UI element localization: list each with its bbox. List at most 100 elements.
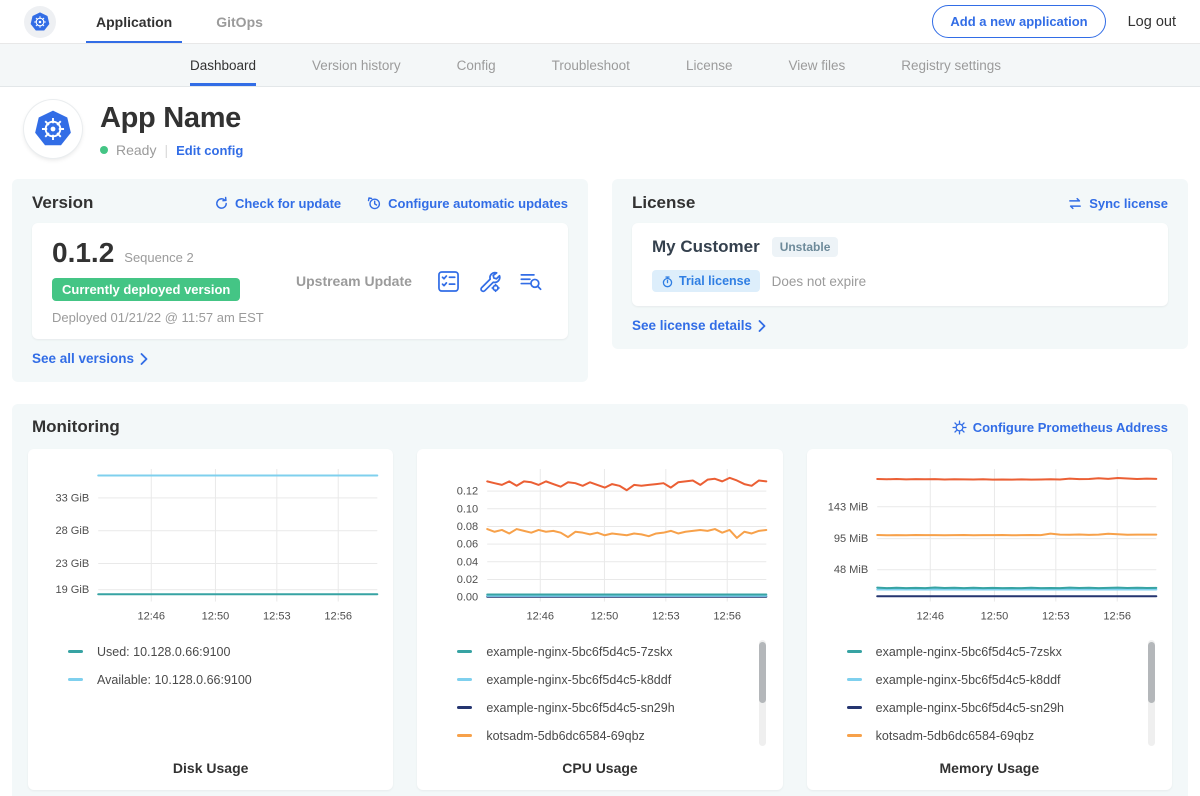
legend-label: Available: 10.128.0.66:9100 [97, 673, 252, 687]
cpu-usage-legend: example-nginx-5bc6f5d4c5-7zskx example-ng… [457, 638, 752, 750]
legend-color-dash [847, 678, 862, 681]
legend-label: example-nginx-5bc6f5d4c5-k8ddf [876, 673, 1061, 687]
kubernetes-app-icon [32, 108, 74, 150]
legend-color-dash [847, 706, 862, 709]
tab-license-label: License [686, 58, 733, 73]
svg-text:12:46: 12:46 [137, 611, 165, 623]
stopwatch-icon [661, 275, 674, 288]
tab-registry-settings[interactable]: Registry settings [901, 44, 1001, 86]
version-sequence: Sequence 2 [124, 250, 193, 265]
diff-icon[interactable] [437, 270, 460, 293]
topnav-tab-application-label: Application [96, 14, 172, 30]
see-all-versions-label: See all versions [32, 351, 134, 366]
monitoring-panel: Monitoring Configure Prometheus Address … [12, 404, 1188, 796]
add-application-button[interactable]: Add a new application [932, 5, 1105, 38]
svg-text:0.10: 0.10 [457, 503, 478, 515]
status-ready-dot [100, 146, 108, 154]
legend-item[interactable]: kotsadm-5db6dc6584-69qbz [847, 722, 1142, 750]
sync-license-label: Sync license [1089, 196, 1168, 211]
memory-usage-chart: 12:4612:5012:5312:56143 MiB95 MiB48 MiB [815, 461, 1164, 630]
top-navbar: Application GitOps Add a new application… [0, 0, 1200, 44]
deployed-timestamp: Deployed 01/21/22 @ 11:57 am EST [52, 310, 290, 325]
legend-label: example-nginx-5bc6f5d4c5-k8ddf [486, 673, 671, 687]
cpu-usage-card: 12:4612:5012:5312:560.120.100.080.060.04… [417, 449, 782, 790]
legend-scrollbar-track [1148, 640, 1155, 746]
disk-usage-card: 12:4612:5012:5312:5633 GiB28 GiB23 GiB19… [28, 449, 393, 790]
monitoring-title: Monitoring [32, 417, 120, 437]
sync-icon [1067, 196, 1083, 211]
check-for-update-link[interactable]: Check for update [214, 196, 341, 211]
legend-item[interactable]: example-nginx-5bc6f5d4c5-sn29h [847, 694, 1142, 722]
legend-label: example-nginx-5bc6f5d4c5-7zskx [876, 645, 1062, 659]
schedule-update-icon [367, 196, 382, 211]
version-number: 0.1.2 [52, 237, 114, 269]
tab-config[interactable]: Config [457, 44, 496, 86]
svg-text:0.08: 0.08 [457, 521, 478, 533]
chevron-right-icon [758, 320, 766, 332]
kubernetes-logo-icon [29, 11, 51, 33]
legend-color-dash [68, 678, 83, 681]
check-for-update-label: Check for update [235, 196, 341, 211]
configure-prometheus-label: Configure Prometheus Address [973, 420, 1168, 435]
legend-item[interactable]: example-nginx-5bc6f5d4c5-7zskx [457, 638, 752, 666]
logs-icon[interactable] [519, 270, 542, 293]
svg-text:0.04: 0.04 [457, 556, 478, 568]
legend-item[interactable]: example-nginx-5bc6f5d4c5-7zskx [847, 638, 1142, 666]
configure-prometheus-link[interactable]: Configure Prometheus Address [952, 420, 1168, 435]
channel-badge: Unstable [772, 237, 839, 257]
configure-automatic-updates-label: Configure automatic updates [388, 196, 568, 211]
topnav-tab-gitops[interactable]: GitOps [210, 0, 269, 43]
tab-version-history-label: Version history [312, 58, 401, 73]
legend-color-dash [847, 650, 862, 653]
app-tabs-bar: Dashboard Version history Config Trouble… [0, 44, 1200, 87]
svg-text:12:46: 12:46 [916, 611, 944, 623]
tab-troubleshoot-label: Troubleshoot [552, 58, 630, 73]
svg-text:33 GiB: 33 GiB [55, 492, 89, 504]
see-license-details-link[interactable]: See license details [632, 318, 766, 333]
svg-text:12:53: 12:53 [263, 611, 291, 623]
sync-license-link[interactable]: Sync license [1067, 196, 1168, 211]
svg-text:19 GiB: 19 GiB [55, 584, 89, 596]
tab-version-history[interactable]: Version history [312, 44, 401, 86]
disk-usage-chart: 12:4612:5012:5312:5633 GiB28 GiB23 GiB19… [36, 461, 385, 630]
svg-text:12:56: 12:56 [324, 611, 352, 623]
tab-view-files[interactable]: View files [788, 44, 845, 86]
legend-label: Used: 10.128.0.66:9100 [97, 645, 230, 659]
config-icon[interactable] [478, 270, 501, 293]
chevron-right-icon [140, 353, 148, 365]
gear-icon [952, 420, 967, 435]
legend-label: example-nginx-5bc6f5d4c5-7zskx [486, 645, 672, 659]
svg-text:95 MiB: 95 MiB [834, 533, 868, 545]
legend-label: kotsadm-5db6dc6584-69qbz [876, 729, 1034, 743]
tab-dashboard[interactable]: Dashboard [190, 44, 256, 86]
legend-color-dash [457, 678, 472, 681]
legend-item[interactable]: example-nginx-5bc6f5d4c5-sn29h [457, 694, 752, 722]
legend-item[interactable]: example-nginx-5bc6f5d4c5-k8ddf [847, 666, 1142, 694]
legend-item[interactable]: example-nginx-5bc6f5d4c5-k8ddf [457, 666, 752, 694]
svg-text:12:53: 12:53 [1042, 611, 1070, 623]
legend-item[interactable]: Available: 10.128.0.66:9100 [68, 666, 363, 694]
legend-scrollbar-thumb[interactable] [1148, 642, 1155, 703]
svg-text:0.02: 0.02 [457, 574, 478, 586]
svg-text:28 GiB: 28 GiB [55, 525, 89, 537]
see-all-versions-link[interactable]: See all versions [32, 351, 148, 366]
legend-item[interactable]: Used: 10.128.0.66:9100 [68, 638, 363, 666]
edit-config-link[interactable]: Edit config [176, 143, 243, 158]
svg-text:48 MiB: 48 MiB [834, 564, 868, 576]
tab-license[interactable]: License [686, 44, 733, 86]
kubernetes-logo-badge[interactable] [24, 6, 56, 38]
refresh-icon [214, 196, 229, 211]
svg-text:0.06: 0.06 [457, 539, 478, 551]
legend-item[interactable]: kotsadm-5db6dc6584-69qbz [457, 722, 752, 750]
tab-troubleshoot[interactable]: Troubleshoot [552, 44, 630, 86]
svg-text:12:56: 12:56 [1103, 611, 1131, 623]
legend-scrollbar-thumb[interactable] [759, 642, 766, 703]
see-license-details-label: See license details [632, 318, 752, 333]
topnav-tab-application[interactable]: Application [90, 0, 178, 43]
configure-automatic-updates-link[interactable]: Configure automatic updates [367, 196, 568, 211]
logout-link[interactable]: Log out [1128, 14, 1176, 30]
version-panel: Version Check for update Configure autom… [12, 179, 588, 382]
svg-text:12:50: 12:50 [591, 611, 619, 623]
page-title: App Name [100, 102, 243, 135]
topnav-tab-gitops-label: GitOps [216, 14, 263, 30]
